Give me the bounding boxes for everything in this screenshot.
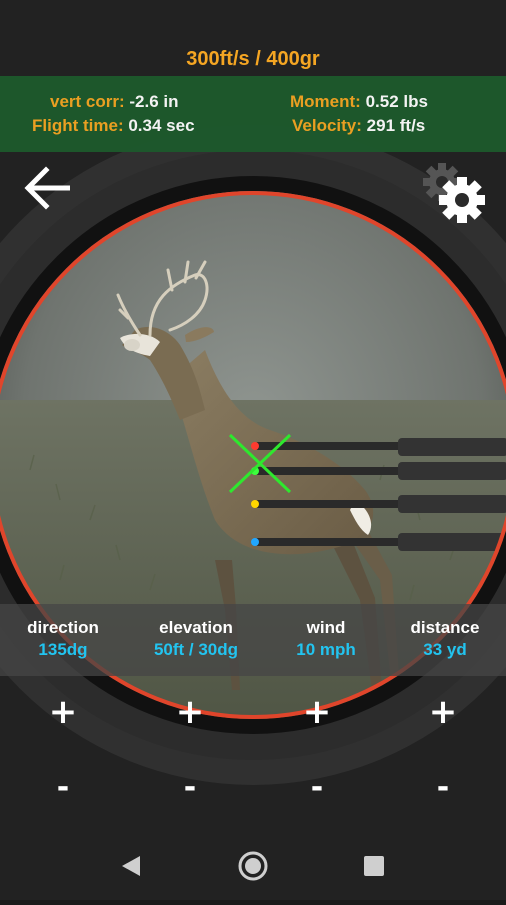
ballistics-panel: vert corr: -2.6 in Flight time: 0.34 sec… [0, 76, 506, 152]
direction-label: direction [27, 618, 99, 637]
back-arrow-icon [24, 166, 70, 210]
nav-back-icon[interactable] [122, 856, 140, 876]
gear-icon [423, 163, 485, 223]
direction-value: 135dg [38, 640, 88, 659]
nav-home-icon[interactable] [238, 851, 268, 881]
distance-value: 33 yd [423, 640, 467, 659]
velocity-value: 291 ft/s [366, 116, 426, 135]
back-button[interactable] [24, 166, 72, 210]
wind-value: 10 mph [296, 640, 356, 659]
direction-control: direction 135dg [0, 618, 126, 660]
moment-label: Moment: [290, 92, 361, 111]
vert-corr-label: vert corr: [50, 92, 125, 111]
yellow-pin [251, 500, 259, 508]
blue-pin [251, 538, 259, 546]
elevation-label: elevation [159, 618, 233, 637]
velocity-stat: Velocity: 291 ft/s [292, 116, 425, 136]
moment-stat: Moment: 0.52 lbs [290, 92, 428, 112]
flight-time-value: 0.34 sec [128, 116, 195, 135]
wind-plus-button[interactable]: + [287, 692, 347, 732]
vert-corr-value: -2.6 in [129, 92, 179, 111]
arrow-spec-title: 300ft/s / 400gr [186, 48, 320, 70]
distance-label: distance [410, 618, 480, 637]
wind-minus-button[interactable]: - [287, 770, 347, 805]
direction-plus-button[interactable]: + [33, 692, 93, 732]
direction-minus-button[interactable]: - [33, 770, 93, 805]
flight-time-stat: Flight time: 0.34 sec [32, 116, 195, 136]
elevation-value: 50ft / 30dg [153, 640, 239, 659]
distance-plus-button[interactable]: + [413, 692, 473, 732]
wind-label: wind [306, 618, 346, 637]
red-pin [251, 442, 259, 450]
nav-recents-icon[interactable] [364, 856, 384, 876]
elevation-minus-button[interactable]: - [160, 770, 220, 805]
distance-control: distance 33 yd [382, 618, 506, 660]
system-nav-bar [0, 836, 506, 900]
settings-button[interactable] [420, 160, 492, 228]
elevation-plus-button[interactable]: + [160, 692, 220, 732]
wind-control: wind 10 mph [263, 618, 389, 660]
velocity-label: Velocity: [292, 116, 362, 135]
distance-minus-button[interactable]: - [413, 770, 473, 805]
moment-value: 0.52 lbs [365, 92, 428, 111]
elevation-control: elevation 50ft / 30dg [133, 618, 259, 660]
vert-corr-stat: vert corr: -2.6 in [50, 92, 179, 112]
flight-time-label: Flight time: [32, 116, 124, 135]
